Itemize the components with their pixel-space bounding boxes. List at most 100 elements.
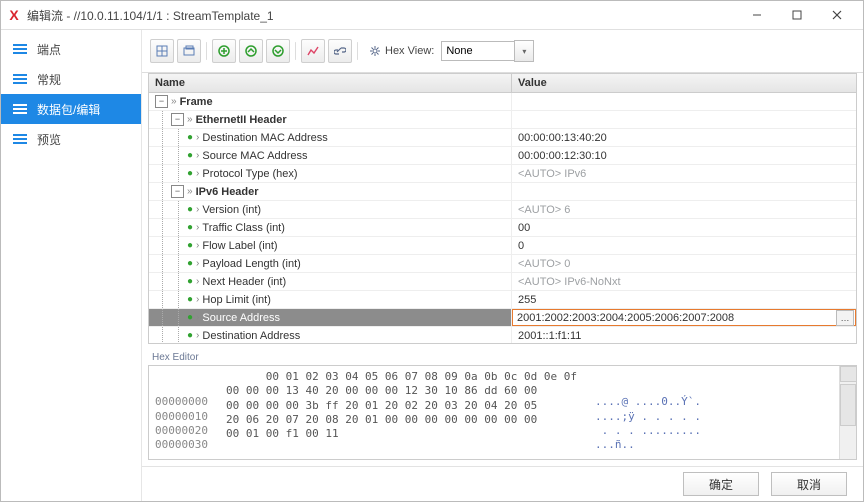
- table-row[interactable]: ●›Protocol Type (hex)<AUTO> IPv6: [149, 165, 856, 183]
- row-name: Hop Limit (int): [202, 294, 270, 306]
- hex-editor-content[interactable]: 00000000 00000010 00000020 00000030 00 0…: [148, 365, 857, 460]
- arrow-icon: ›: [196, 276, 199, 287]
- hex-editor: Hex Editor 00000000 00000010 00000020 00…: [142, 344, 863, 466]
- menu-icon: [13, 74, 27, 84]
- layers-icon: [183, 45, 195, 57]
- row-name: Flow Label (int): [202, 240, 277, 252]
- tree-toggle-icon[interactable]: −: [155, 95, 168, 108]
- toolbar-separator: [206, 42, 207, 60]
- row-value: <AUTO> 6: [518, 204, 570, 216]
- sidebar-item-label: 常规: [37, 71, 61, 88]
- table-row[interactable]: ●›Traffic Class (int) 00: [149, 219, 856, 237]
- bullet-icon: ●: [187, 294, 193, 305]
- arrow-icon: »: [187, 114, 193, 125]
- row-name: Source Address: [202, 312, 280, 324]
- bullet-icon: ●: [187, 276, 193, 287]
- tb-layers-button[interactable]: [177, 39, 201, 63]
- bullet-icon: ●: [187, 150, 193, 161]
- arrow-icon: ›: [196, 330, 199, 341]
- hexview-value[interactable]: [441, 41, 514, 61]
- grid-body[interactable]: −»Frame−»EthernetII Header●›Destination …: [148, 93, 857, 344]
- tree-toggle-icon[interactable]: −: [171, 185, 184, 198]
- tb-up-button[interactable]: [239, 39, 263, 63]
- tb-add-button[interactable]: [212, 39, 236, 63]
- arrow-icon: ›: [196, 168, 199, 179]
- sidebar-item-general[interactable]: 常规: [1, 64, 141, 94]
- tb-link-button[interactable]: [328, 39, 352, 63]
- arrow-icon: ›: [196, 222, 199, 233]
- hexview-label: Hex View:: [369, 45, 434, 57]
- hexview-select[interactable]: ▾: [441, 41, 534, 61]
- bullet-icon: ●: [187, 312, 193, 323]
- tree-toggle-icon[interactable]: −: [171, 113, 184, 126]
- table-row[interactable]: ●›Source Address 2001:2002:2003:2004:2005…: [149, 309, 856, 327]
- table-row[interactable]: ●›Flow Label (int)0: [149, 237, 856, 255]
- menu-icon: [13, 134, 27, 144]
- arrow-icon: ›: [196, 150, 199, 161]
- chevron-down-icon[interactable]: ▾: [514, 40, 534, 62]
- row-name: Frame: [180, 96, 213, 108]
- arrow-icon: ›: [196, 294, 199, 305]
- column-name[interactable]: Name: [149, 74, 512, 92]
- tb-down-button[interactable]: [266, 39, 290, 63]
- sidebar-item-packet-edit[interactable]: 数据包/编辑: [1, 94, 141, 124]
- table-row[interactable]: ●›Destination MAC Address00:00:00:13:40:…: [149, 129, 856, 147]
- value-editor[interactable]: 2001:2002:2003:2004:2005:2006:2007:2008: [512, 309, 856, 326]
- table-row[interactable]: ●›Next Header (int)<AUTO> IPv6-NoNxt: [149, 273, 856, 291]
- tb-frame-button[interactable]: [150, 39, 174, 63]
- close-button[interactable]: [817, 1, 857, 29]
- sidebar-item-preview[interactable]: 预览: [1, 124, 141, 154]
- minimize-button[interactable]: [737, 1, 777, 29]
- ok-button[interactable]: 确定: [683, 472, 759, 496]
- row-frame[interactable]: −»Frame: [149, 93, 856, 111]
- maximize-button[interactable]: [777, 1, 817, 29]
- row-ipv6-header[interactable]: −»IPv6 Header: [149, 183, 856, 201]
- arrow-up-icon: [245, 45, 257, 57]
- sidebar-item-label: 预览: [37, 131, 61, 148]
- table-row[interactable]: ●›Source MAC Address00:00:00:12:30:10: [149, 147, 856, 165]
- table-row[interactable]: ●›Version (int)<AUTO> 6: [149, 201, 856, 219]
- hex-scrollbar[interactable]: [839, 366, 856, 459]
- main-area: Hex View: ▾ Name Value −»Frame−»Ethernet…: [142, 30, 863, 501]
- scroll-thumb[interactable]: [840, 384, 856, 426]
- table-row[interactable]: ●›Hop Limit (int)255: [149, 291, 856, 309]
- row-name: Traffic Class (int): [202, 222, 285, 234]
- row-name: IPv6 Header: [196, 186, 259, 198]
- arrow-icon: »: [187, 186, 193, 197]
- bullet-icon: ●: [187, 330, 193, 341]
- hex-bytes: 00 01 02 03 04 05 06 07 08 09 0a 0b 0c 0…: [226, 370, 577, 455]
- arrow-down-icon: [272, 45, 284, 57]
- sidebar-item-label: 数据包/编辑: [37, 101, 100, 118]
- tb-chart-button[interactable]: [301, 39, 325, 63]
- row-eth-header[interactable]: −»EthernetII Header: [149, 111, 856, 129]
- window-title: 编辑流 - //10.0.11.104/1/1 : StreamTemplate…: [27, 7, 737, 24]
- bullet-icon: ●: [187, 222, 193, 233]
- sidebar-item-endpoint[interactable]: 端点: [1, 34, 141, 64]
- hex-offsets: 00000000 00000010 00000020 00000030: [155, 381, 208, 444]
- column-value[interactable]: Value: [512, 74, 856, 92]
- row-name: Destination MAC Address: [202, 132, 327, 144]
- window-controls: [737, 1, 857, 29]
- table-row[interactable]: ●›Destination Address 2001::1:f1:11: [149, 327, 856, 344]
- app-window: X 编辑流 - //10.0.11.104/1/1 : StreamTempla…: [0, 0, 864, 502]
- menu-icon: [13, 44, 27, 54]
- grid-header: Name Value: [148, 73, 857, 93]
- row-value: 00: [518, 222, 530, 234]
- arrow-icon: ›: [196, 132, 199, 143]
- scroll-up-icon[interactable]: [840, 366, 857, 382]
- bullet-icon: ●: [187, 240, 193, 251]
- cancel-button[interactable]: 取消: [771, 472, 847, 496]
- hex-ascii: ....@ ....0..Ý`. ....;ÿ . . . . . . . . …: [595, 381, 701, 444]
- minimize-icon: [752, 10, 762, 20]
- row-name: Destination Address: [202, 330, 300, 342]
- app-icon: X: [7, 8, 21, 22]
- dialog-footer: 确定 取消: [142, 466, 863, 501]
- row-value: 0: [518, 240, 524, 252]
- property-grid: Name Value −»Frame−»EthernetII Header●›D…: [142, 73, 863, 344]
- arrow-icon: ›: [196, 312, 199, 323]
- plus-circle-icon: [218, 45, 230, 57]
- ellipsis-button[interactable]: …: [836, 310, 854, 326]
- table-row[interactable]: ●›Payload Length (int)<AUTO> 0: [149, 255, 856, 273]
- chart-icon: [307, 45, 319, 57]
- row-value: 2001::1:f1:11: [518, 330, 581, 342]
